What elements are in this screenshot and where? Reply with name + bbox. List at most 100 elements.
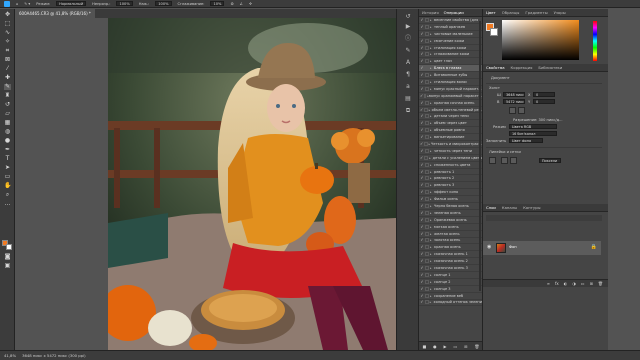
document-tab[interactable]: 600A4465.CR3 @ 41,8% (RGB/16) *	[15, 9, 95, 18]
action-enabled-checkbox[interactable]: ✓	[420, 45, 424, 50]
action-enabled-checkbox[interactable]: ✓	[420, 107, 423, 112]
action-enabled-checkbox[interactable]: ✓	[420, 286, 424, 291]
action-row[interactable]: ✓ ▸ ревность 2	[419, 175, 482, 183]
dialog-toggle-box[interactable]	[425, 148, 429, 153]
eyedropper-tool-icon[interactable]: ⁄	[4, 66, 11, 72]
action-enabled-checkbox[interactable]: ✓	[420, 190, 424, 194]
dialog-toggle-box[interactable]	[425, 169, 429, 174]
action-row[interactable]: ✓ ▸ чистовые маленькие	[419, 31, 482, 38]
tab-actions[interactable]: Операции	[444, 10, 464, 15]
dialog-toggle-box[interactable]	[425, 217, 429, 222]
action-row[interactable]: ✓ ▸ сниженность цвета	[419, 162, 482, 169]
action-enabled-checkbox[interactable]: ✓	[420, 300, 424, 304]
action-enabled-checkbox[interactable]: ✓	[420, 238, 424, 242]
background-color-swatch[interactable]	[6, 244, 12, 250]
action-enabled-checkbox[interactable]: ✓	[420, 17, 424, 22]
folder-icon[interactable]: ▭	[581, 281, 585, 286]
action-row[interactable]: ✓ ▸ ревность 1	[419, 169, 482, 176]
action-enabled-checkbox[interactable]: ✓	[420, 266, 424, 270]
shape-tool-icon[interactable]: ▭	[4, 174, 11, 180]
action-enabled-checkbox[interactable]: ✓	[420, 162, 424, 167]
trash-icon[interactable]: 🗑	[474, 344, 479, 349]
adjustment-icon[interactable]: ◑	[572, 281, 576, 286]
grid-toggle-button[interactable]	[501, 157, 508, 164]
action-row[interactable]: ✓ ▸ зеленая осень	[419, 210, 482, 217]
dialog-toggle-box[interactable]	[425, 203, 429, 208]
action-enabled-checkbox[interactable]: ✓	[420, 114, 424, 118]
action-row[interactable]: ✓ ▸ Оранжевая осень	[419, 217, 482, 224]
home-icon[interactable]: ⌂	[16, 2, 18, 6]
action-enabled-checkbox[interactable]: ✓	[420, 121, 424, 125]
action-enabled-checkbox[interactable]: ✓	[420, 279, 424, 284]
action-enabled-checkbox[interactable]: ✓	[420, 252, 424, 256]
action-enabled-checkbox[interactable]: ✓	[420, 73, 424, 77]
path-select-tool-icon[interactable]: ➤	[4, 165, 11, 171]
dialog-toggle-box[interactable]	[425, 231, 429, 236]
pen-tool-icon[interactable]: ✒	[4, 147, 11, 153]
tab-layers[interactable]: Слои	[486, 205, 496, 210]
dialog-toggle-box[interactable]	[425, 66, 429, 71]
guides-toggle-button[interactable]	[510, 157, 517, 164]
marquee-tool-icon[interactable]: ⬚	[4, 21, 11, 27]
dialog-toggle-box[interactable]	[424, 107, 428, 112]
dialog-toggle-box[interactable]	[425, 190, 429, 195]
dialog-toggle-box[interactable]	[425, 210, 429, 215]
orientation-landscape-button[interactable]	[518, 107, 525, 114]
action-row[interactable]: ✓ ▸ теплый оранжев	[419, 24, 482, 31]
action-enabled-checkbox[interactable]: ✓	[420, 259, 424, 263]
action-row[interactable]: ✓ ▸ виньетирование	[419, 134, 482, 142]
new-action-icon[interactable]: ⊞	[464, 344, 467, 349]
action-row[interactable]: ✓ ▸ холодный оттенок зелени	[419, 300, 482, 307]
zoom-level[interactable]: 41,8%	[4, 351, 16, 360]
dialog-toggle-box[interactable]	[425, 24, 429, 29]
frame-tool-icon[interactable]: ⊠	[4, 57, 11, 63]
action-row[interactable]: ✓ ▸ минус красный паракет...	[419, 86, 482, 93]
tab-history[interactable]: История	[422, 10, 439, 15]
dialog-toggle-box[interactable]	[424, 141, 428, 146]
tab-libraries[interactable]: Библиотеки	[538, 65, 562, 70]
action-row[interactable]: ✓ ▸ сказочная осень 1	[419, 251, 482, 259]
dialog-toggle-box[interactable]	[425, 224, 429, 229]
more-tools-icon[interactable]: …	[4, 201, 11, 207]
action-row[interactable]: ✓ ▸ Черно белая осень	[419, 203, 482, 210]
action-row[interactable]: ✓ ▸ Фильм осень	[419, 196, 482, 204]
action-enabled-checkbox[interactable]: ✓	[420, 293, 424, 298]
action-row[interactable]: ✓ ▸ красная осень	[419, 244, 482, 252]
action-enabled-checkbox[interactable]: ✓	[420, 224, 424, 229]
orientation-portrait-button[interactable]	[509, 107, 516, 114]
action-enabled-checkbox[interactable]: ✓	[420, 38, 424, 43]
zoom-tool-icon[interactable]: ⌕	[4, 192, 11, 198]
action-enabled-checkbox[interactable]: ✓	[420, 66, 424, 70]
dialog-toggle-box[interactable]	[425, 86, 429, 91]
brush-settings-icon[interactable]: ✎	[404, 47, 412, 55]
blur-tool-icon[interactable]: ◍	[4, 129, 11, 135]
dialog-toggle-box[interactable]	[425, 79, 429, 84]
history-icon[interactable]: ↺	[404, 13, 412, 21]
action-row[interactable]: ✓ ▸ Витаминные зубы	[419, 72, 482, 80]
paragraph-icon[interactable]: ¶	[404, 71, 412, 79]
action-row[interactable]: ✓ ▸ стилизация кожи	[419, 45, 482, 52]
hand-tool-icon[interactable]: ✋	[4, 183, 11, 189]
action-row[interactable]: ✓ ▸ красная сочная осень	[419, 100, 482, 107]
mask-icon[interactable]: ◐	[564, 281, 568, 286]
actions-scrollbar[interactable]	[479, 21, 481, 291]
link-icon[interactable]: ∞	[547, 281, 550, 286]
dialog-toggle-box[interactable]	[425, 45, 429, 50]
opacity-field[interactable]: 100%	[116, 1, 133, 6]
dialog-toggle-box[interactable]	[424, 155, 429, 160]
dialog-toggle-box[interactable]	[425, 176, 429, 181]
width-field[interactable]: 3648 пикс	[503, 92, 525, 97]
action-row[interactable]: ✓ ▸ солнце 1	[419, 272, 482, 279]
stamp-tool-icon[interactable]: ♜	[4, 93, 11, 99]
quick-mask-icon[interactable]: ◙	[4, 254, 11, 260]
brush-tool-icon[interactable]: ✎	[4, 84, 11, 90]
action-enabled-checkbox[interactable]: ✓	[420, 86, 424, 91]
angle-icon[interactable]: ∠	[240, 2, 243, 6]
bit-depth-dropdown[interactable]: 16 бит/канал	[509, 131, 557, 136]
dialog-toggle-box[interactable]	[425, 266, 429, 270]
healing-tool-icon[interactable]: ✚	[4, 75, 11, 81]
ruler-toggle-button[interactable]	[489, 157, 496, 164]
glyphs-icon[interactable]: a	[404, 83, 412, 91]
dialog-toggle-box[interactable]	[425, 114, 429, 119]
color-mode-dropdown[interactable]: Цвета RGB	[509, 124, 557, 129]
